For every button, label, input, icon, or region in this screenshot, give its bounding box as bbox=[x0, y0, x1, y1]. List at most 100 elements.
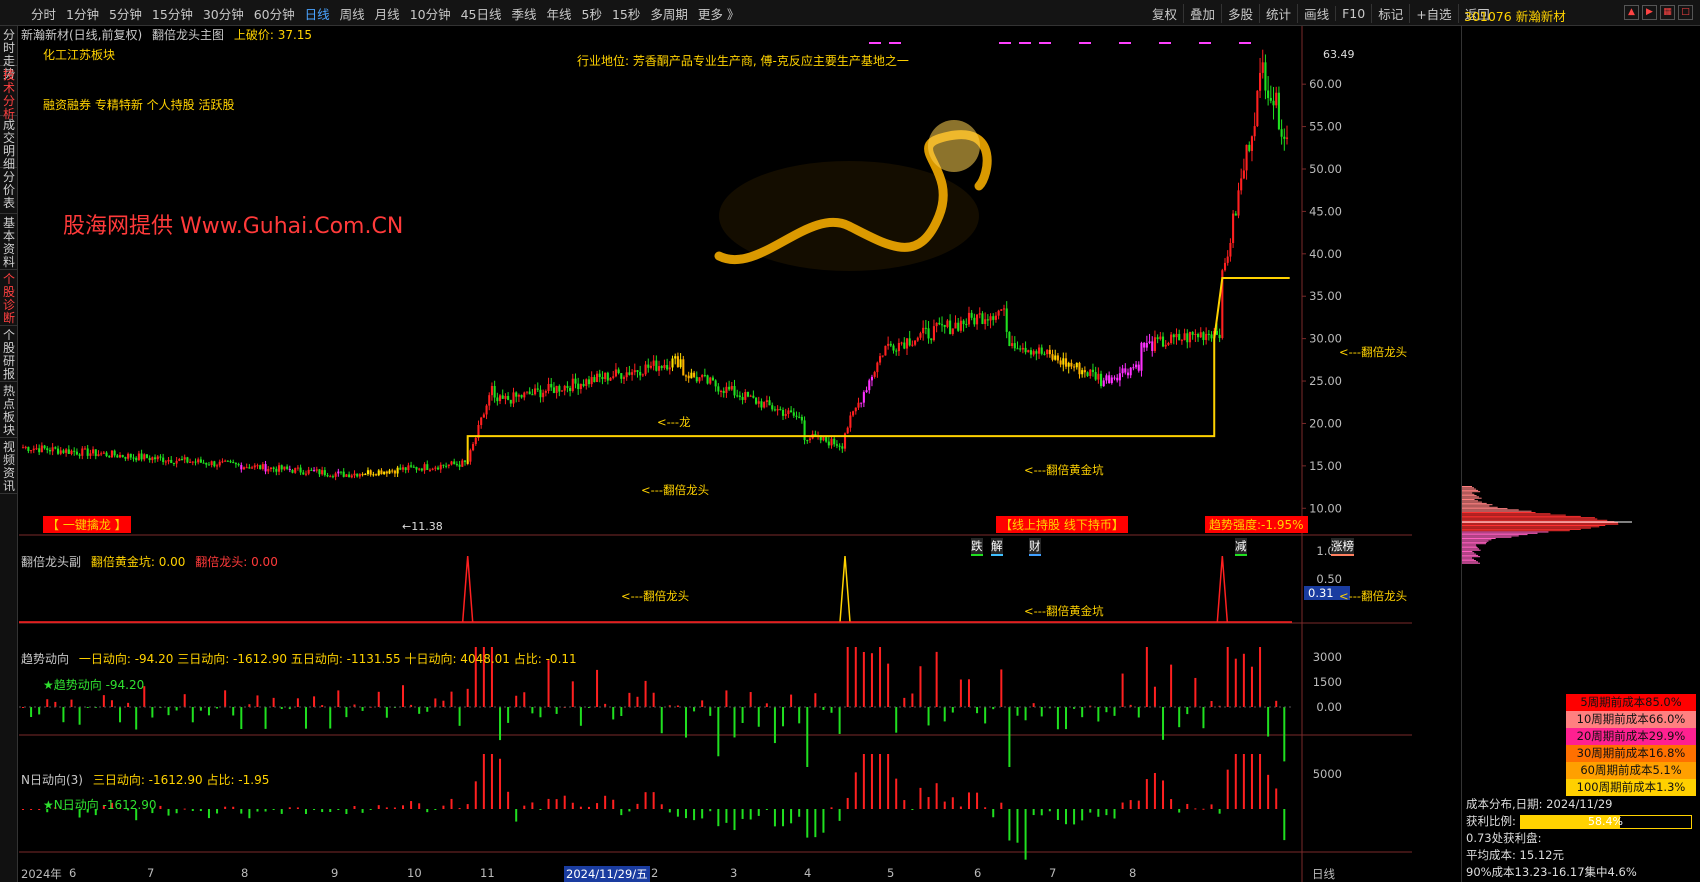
candle-body bbox=[1175, 333, 1178, 338]
candle-body bbox=[779, 409, 782, 411]
tool-button[interactable]: 叠加 bbox=[1183, 3, 1221, 23]
nday-bar bbox=[579, 806, 582, 809]
candle-body bbox=[606, 372, 609, 381]
side-tab[interactable]: 视频资讯 bbox=[0, 438, 18, 494]
candle-body bbox=[582, 383, 585, 386]
candle-body bbox=[118, 455, 122, 458]
candle-body bbox=[210, 461, 213, 465]
candle-body bbox=[56, 448, 60, 454]
side-tab[interactable]: 分时走势 bbox=[0, 26, 18, 81]
candle-body bbox=[644, 364, 647, 375]
candle-body bbox=[383, 471, 386, 475]
period-tab[interactable]: 年线 bbox=[542, 4, 577, 23]
period-tab[interactable]: 10分钟 bbox=[405, 4, 456, 23]
trend-bar bbox=[1008, 707, 1011, 767]
candle-body bbox=[482, 414, 485, 418]
period-tab[interactable]: 45日线 bbox=[456, 4, 507, 23]
cost-concentration: 90%成本13.23-16.17集中4.6% bbox=[1466, 865, 1637, 879]
period-tab[interactable]: 更多 》 bbox=[693, 4, 744, 23]
side-tab[interactable]: 分价表 bbox=[0, 168, 18, 214]
tool-button[interactable]: 统计 bbox=[1259, 3, 1297, 23]
tool-button[interactable]: F10 bbox=[1335, 5, 1371, 21]
candle-body bbox=[493, 386, 496, 398]
tool-button[interactable]: +自选 bbox=[1409, 3, 1457, 23]
period-tab[interactable]: 分时 bbox=[26, 4, 61, 23]
sub2-title: 趋势动向 bbox=[21, 652, 70, 666]
period-tab[interactable]: 多周期 bbox=[645, 4, 693, 23]
candle-body bbox=[326, 475, 329, 477]
candle-body bbox=[1091, 369, 1095, 373]
candle-body bbox=[372, 474, 375, 476]
candle-body bbox=[1137, 364, 1140, 371]
nday-bar bbox=[644, 792, 647, 809]
candle-body bbox=[1167, 342, 1170, 345]
candle-body bbox=[81, 448, 84, 456]
event-tag[interactable]: 财 bbox=[1029, 538, 1041, 556]
period-tab[interactable]: 60分钟 bbox=[249, 4, 300, 23]
side-tab[interactable]: 基本资料 bbox=[0, 214, 18, 270]
one-key-button[interactable]: 【 一键擒龙 】 bbox=[43, 516, 131, 533]
period-tab[interactable]: 15分钟 bbox=[147, 4, 198, 23]
candle-body bbox=[1248, 144, 1251, 151]
candle-body bbox=[129, 453, 132, 458]
side-tab[interactable]: 个股研报 bbox=[0, 326, 18, 382]
period-tab[interactable]: 月线 bbox=[370, 4, 405, 23]
trend-bar bbox=[571, 681, 574, 707]
play-icon[interactable]: ▶ bbox=[1642, 5, 1657, 20]
candle-body bbox=[736, 395, 739, 397]
alert-icon[interactable]: ▲ bbox=[1624, 5, 1639, 20]
candle-body bbox=[569, 387, 572, 392]
event-tag[interactable]: 跌 bbox=[971, 538, 983, 556]
tool-button[interactable]: 画线 bbox=[1297, 3, 1335, 23]
cost-bar bbox=[1462, 543, 1486, 545]
candle-body bbox=[431, 468, 434, 470]
candle-body bbox=[841, 446, 844, 449]
candle-body bbox=[154, 457, 157, 460]
candle-body bbox=[498, 395, 502, 402]
expand-icon[interactable]: □ bbox=[1678, 5, 1693, 20]
cost-bar bbox=[1462, 491, 1481, 493]
candle-body bbox=[202, 462, 205, 464]
side-tab[interactable]: 个股诊断 bbox=[0, 270, 18, 326]
candle-body bbox=[795, 415, 798, 417]
event-tag[interactable]: 解 bbox=[991, 538, 1003, 556]
tool-button[interactable]: 标记 bbox=[1371, 3, 1409, 23]
period-tab[interactable]: 5秒 bbox=[577, 4, 607, 23]
nday-bar bbox=[280, 809, 283, 814]
nday-bar bbox=[911, 809, 914, 811]
trend-bar bbox=[709, 707, 712, 716]
candle-body bbox=[1232, 213, 1235, 243]
event-tag[interactable]: 涨榜 bbox=[1331, 538, 1354, 556]
candle-body bbox=[657, 366, 661, 371]
candle-body bbox=[46, 448, 49, 451]
chart-canvas[interactable]: 60.0055.0050.0045.0040.0035.0030.0025.00… bbox=[19, 26, 1412, 882]
candle-body bbox=[318, 469, 321, 475]
cost-bar bbox=[1462, 513, 1551, 515]
cost-bar bbox=[1462, 541, 1487, 543]
chart-area[interactable]: 60.00 55.00 50.00 45.00 40.00 35.00 30.00 25.00… bbox=[19, 26, 1412, 882]
event-tag[interactable]: 减 bbox=[1235, 538, 1247, 556]
period-tab[interactable]: 1分钟 bbox=[61, 4, 104, 23]
grid-icon[interactable]: ▦ bbox=[1660, 5, 1675, 20]
period-tab[interactable]: 季线 bbox=[507, 4, 542, 23]
nday-bar bbox=[709, 809, 712, 812]
candle-body bbox=[528, 391, 531, 395]
side-tab[interactable]: 成交明细 bbox=[0, 116, 18, 171]
tool-button[interactable]: 多股 bbox=[1221, 3, 1259, 23]
period-tab[interactable]: 周线 bbox=[335, 4, 370, 23]
period-tab[interactable]: 30分钟 bbox=[198, 4, 249, 23]
tool-button[interactable]: 复权 bbox=[1146, 4, 1183, 23]
period-tab[interactable]: 5分钟 bbox=[104, 4, 147, 23]
cost-bar bbox=[1462, 489, 1479, 491]
nday-bar bbox=[798, 809, 801, 817]
candle-body bbox=[232, 461, 235, 464]
side-tab[interactable]: 技术分析 bbox=[0, 66, 18, 121]
period-tab[interactable]: 日线 bbox=[300, 4, 335, 23]
period-tab[interactable]: 15秒 bbox=[607, 4, 645, 23]
nday-bar bbox=[1073, 809, 1076, 825]
side-tab[interactable]: 热点板块 bbox=[0, 382, 18, 438]
candle-body bbox=[110, 450, 113, 458]
candle-body bbox=[970, 312, 973, 318]
candle-body bbox=[827, 441, 830, 446]
candle-body bbox=[164, 461, 167, 463]
